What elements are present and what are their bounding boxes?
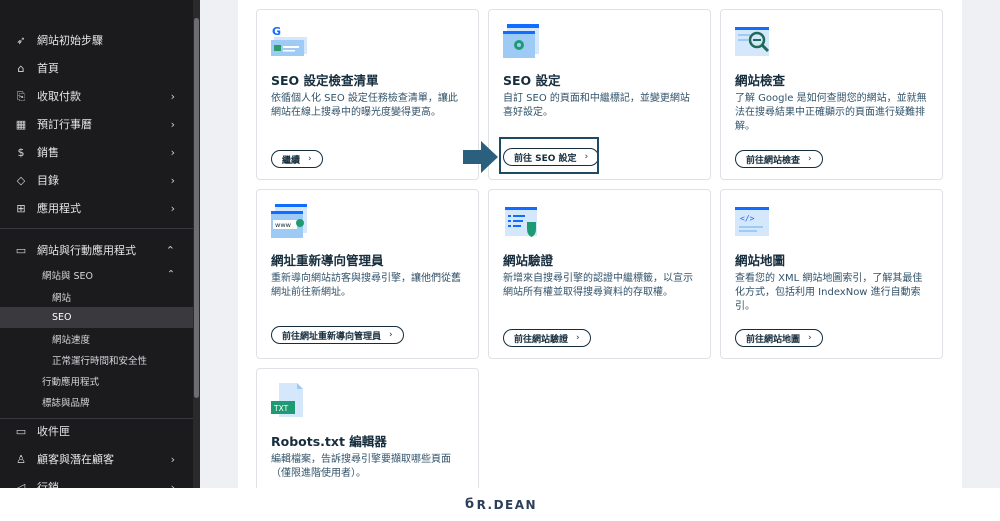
logo-text: R.DEAN [476, 497, 538, 512]
chevron-right-icon: › [170, 480, 175, 489]
seo-checklist-icon: G [271, 25, 307, 56]
chevron-right-icon: › [808, 333, 812, 343]
calendar-icon: ▦ [15, 117, 27, 131]
continue-button[interactable]: 繼續 › [271, 150, 323, 168]
catalog-icon: ◇ [16, 173, 26, 187]
rocket-icon: ➶ [16, 33, 26, 47]
sidebar: ➶ 網站初始步驟 ⌂ 首頁 ⎘ 收取付款 › ▦ 預訂行事曆 › $ 銷售 › … [0, 0, 200, 488]
sidebar-subgroup-site-and-seo[interactable]: 網站與 SEO ⌃ [0, 264, 193, 285]
sidebar-item-site-and-mobile-app[interactable]: ▭ 網站與行動應用程式 ⌃ [0, 236, 193, 264]
sidebar-scroll-thumb[interactable] [194, 18, 199, 398]
go-to-site-verification-button[interactable]: 前往網站驗證 › [503, 329, 591, 347]
button-label: 繼續 [282, 155, 301, 166]
payment-icon: ⎘ [16, 89, 26, 103]
sidebar-item-home[interactable]: ⌂ 首頁 [0, 54, 193, 82]
site-verification-icon [505, 207, 537, 237]
card-seo-checklist: G SEO 設定檢查清單 依循個人化 SEO 設定任務檢查清單，讓此網站在線上搜… [256, 9, 479, 180]
card-site-verification: 網站驗證 新增來自搜尋引擎的認證中繼標籤，以宣示網站所有權並取得搜尋資料的存取權… [488, 189, 711, 359]
chevron-right-icon: › [576, 333, 580, 343]
chevron-right-icon: › [308, 154, 312, 164]
logo-mark: б [465, 497, 476, 512]
card-title: SEO 設定檢查清單 [271, 73, 379, 88]
sidebar-item-booking[interactable]: ▦ 預訂行事曆 › [0, 110, 193, 138]
card-title: 網站驗證 [503, 253, 554, 268]
site-inspection-icon [735, 27, 770, 56]
button-label: 前往網站驗證 [514, 334, 569, 345]
go-to-sitemap-button[interactable]: 前往網站地圖 › [735, 329, 823, 347]
marketing-icon: ◁ [16, 480, 26, 489]
sidebar-item-catalog[interactable]: ◇ 目錄 › [0, 166, 193, 194]
home-icon: ⌂ [17, 61, 25, 75]
chevron-right-icon: › [170, 201, 175, 215]
card-sitemap: </> 網站地圖 查看您的 XML 網站地圖索引，了解其最佳化方式，包括利用 I… [720, 189, 943, 359]
card-description: 了解 Google 是如何查閱您的網站，並就無法在搜尋結果中正確顯示的頁面進行疑… [735, 93, 927, 132]
site-icon: ▭ [15, 243, 27, 257]
main-area: G SEO 設定檢查清單 依循個人化 SEO 設定任務檢查清單，讓此網站在線上搜… [200, 0, 1000, 488]
card-description: 編輯檔案，告訴搜尋引擎要擷取哪些頁面（僅限進階使用者）。 [271, 454, 451, 479]
sidebar-item-marketing[interactable]: ◁ 行銷 › [0, 473, 193, 489]
contacts-icon: ♙ [16, 452, 26, 466]
highlight-box [499, 137, 599, 174]
sidebar-subitem-uptime-security[interactable]: 正常運行時間和安全性 [0, 349, 193, 370]
chevron-up-icon: ⌃ [167, 269, 175, 280]
chevron-right-icon: › [170, 452, 175, 466]
sidebar-subitem-logo-brand[interactable]: 標誌與品牌 [0, 391, 193, 412]
card-title: 網址重新導向管理員 [271, 253, 384, 268]
seo-settings-icon [503, 24, 539, 58]
go-to-site-inspection-button[interactable]: 前往網站檢查 › [735, 150, 823, 168]
chevron-up-icon: ⌃ [165, 243, 175, 257]
sidebar-subitem-mobile-app[interactable]: 行動應用程式 [0, 370, 193, 391]
sidebar-item-getting-started[interactable]: ➶ 網站初始步驟 [0, 26, 193, 54]
txt-glyph: TXT [273, 404, 289, 413]
google-g-glyph: G [272, 25, 281, 38]
chevron-right-icon: › [808, 154, 812, 164]
chevron-right-icon: › [170, 145, 175, 159]
sidebar-item-apps[interactable]: ⊞ 應用程式 › [0, 194, 193, 222]
dr-dean-logo: б R.DEAN [465, 497, 537, 512]
card-title: 網站地圖 [735, 253, 786, 268]
url-redirect-icon: www [271, 204, 307, 238]
sidebar-divider [0, 228, 193, 229]
chevron-right-icon: › [170, 89, 175, 103]
card-description: 依循個人化 SEO 設定任務檢查清單，讓此網站在線上搜尋中的曝光度變得更高。 [271, 93, 458, 118]
sidebar-scrollbar[interactable] [193, 0, 200, 488]
chevron-right-icon: › [389, 330, 393, 340]
seo-tools-panel: G SEO 設定檢查清單 依循個人化 SEO 設定任務檢查清單，讓此網站在線上搜… [238, 0, 962, 488]
card-title: 網站檢查 [735, 73, 786, 88]
sidebar-item-contacts[interactable]: ♙ 顧客與潛在顧客 › [0, 445, 193, 473]
dollar-icon: $ [17, 145, 25, 159]
card-robots-txt-editor: TXT Robots.txt 編輯器 編輯檔案，告訴搜尋引擎要擷取哪些頁面（僅限… [256, 368, 479, 488]
card-url-redirect-manager: www 網址重新導向管理員 重新導向網站訪客與搜尋引擎，讓他們從舊網址前往新網址… [256, 189, 479, 359]
www-glyph: www [275, 221, 292, 229]
sidebar-item-inbox[interactable]: ▭ 收件匣 [0, 417, 193, 445]
go-to-url-redirect-manager-button[interactable]: 前往網址重新導向管理員 › [271, 326, 404, 344]
sidebar-subitem-site-speed[interactable]: 網站速度 [0, 328, 193, 349]
sidebar-item-sales[interactable]: $ 銷售 › [0, 138, 193, 166]
pointer-arrow-icon [463, 141, 498, 173]
button-label: 前往網站地圖 [746, 334, 801, 345]
card-title: Robots.txt 編輯器 [271, 434, 387, 449]
card-description: 查看您的 XML 網站地圖索引，了解其最佳化方式，包括利用 IndexNow 進… [735, 273, 923, 312]
sidebar-item-payments[interactable]: ⎘ 收取付款 › [0, 82, 193, 110]
button-label: 前往網址重新導向管理員 [282, 331, 382, 342]
card-description: 重新導向網站訪客與搜尋引擎，讓他們從舊網址前往新網址。 [271, 273, 461, 298]
sidebar-subitem-site[interactable]: 網站 [0, 286, 193, 307]
app-window: ➶ 網站初始步驟 ⌂ 首頁 ⎘ 收取付款 › ▦ 預訂行事曆 › $ 銷售 › … [0, 0, 1000, 488]
card-description: 新增來自搜尋引擎的認證中繼標籤，以宣示網站所有權並取得搜尋資料的存取權。 [503, 273, 693, 298]
apps-icon: ⊞ [16, 201, 26, 215]
button-label: 前往網站檢查 [746, 155, 801, 166]
chevron-right-icon: › [170, 173, 175, 187]
card-site-inspection: 網站檢查 了解 Google 是如何查閱您的網站，並就無法在搜尋結果中正確顯示的… [720, 9, 943, 180]
sidebar-subitem-seo[interactable]: SEO [0, 307, 193, 328]
code-glyph: </> [740, 214, 755, 223]
chevron-right-icon: › [170, 117, 175, 131]
robots-txt-icon: TXT [271, 383, 303, 417]
card-title: SEO 設定 [503, 73, 561, 88]
sitemap-icon: </> [735, 207, 769, 236]
inbox-icon: ▭ [15, 424, 27, 438]
card-description: 自訂 SEO 的頁面和中繼標記，並變更網站喜好設定。 [503, 93, 690, 118]
